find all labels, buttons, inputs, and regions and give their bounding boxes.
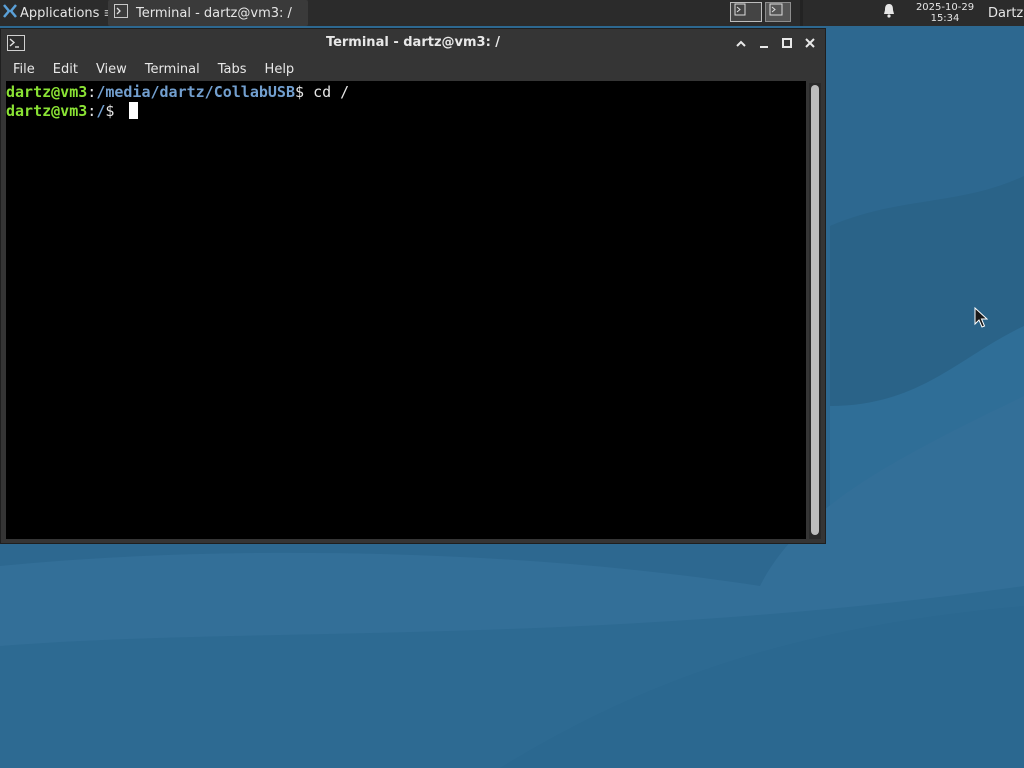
- maximize-icon: [781, 34, 793, 53]
- shade-icon: [735, 34, 747, 53]
- panel-separator: [800, 0, 803, 26]
- workspace-icon: [731, 1, 761, 23]
- applications-menu-label: Applications: [20, 5, 100, 21]
- shade-button[interactable]: [731, 33, 750, 53]
- menu-help[interactable]: Help: [259, 62, 301, 77]
- prompt-user: dartz@vm3: [6, 102, 88, 120]
- window-title: Terminal - dartz@vm3: /: [325, 35, 501, 50]
- menu-edit[interactable]: Edit: [47, 62, 84, 77]
- prompt-user: dartz@vm3: [6, 83, 88, 101]
- menu-terminal[interactable]: Terminal: [139, 62, 206, 77]
- terminal-window: Terminal - dartz@vm3: / File Edit View T…: [0, 28, 826, 544]
- minimize-icon: [758, 34, 770, 53]
- close-button[interactable]: [800, 33, 819, 53]
- user-menu[interactable]: Dartz: [988, 0, 1023, 26]
- prompt-separator: :: [87, 102, 97, 120]
- terminal-line: dartz@vm3:/$: [6, 102, 806, 121]
- prompt-symbol: $: [295, 83, 314, 101]
- maximize-button[interactable]: [777, 33, 796, 53]
- minimize-button[interactable]: [754, 33, 773, 53]
- text-cursor: [129, 102, 139, 119]
- terminal-scrollbar[interactable]: [809, 83, 821, 539]
- notification-bell-icon: [882, 3, 896, 23]
- terminal-task-icon: [114, 4, 128, 22]
- mouse-pointer-icon: [974, 306, 989, 333]
- notification-button[interactable]: [882, 0, 896, 26]
- terminal-line: dartz@vm3:/media/dartz/CollabUSB$ cd /: [6, 83, 806, 102]
- clock-date: 2025-10-29: [915, 2, 975, 13]
- clock[interactable]: 2025-10-29 15:34: [912, 0, 978, 26]
- terminal-output[interactable]: dartz@vm3:/media/dartz/CollabUSB$ cd / d…: [6, 81, 806, 539]
- prompt-path: /: [96, 102, 106, 120]
- top-panel: Applications ≡ Terminal - dartz@vm3: / 2…: [0, 0, 1024, 26]
- taskbar-terminal-label: Terminal - dartz@vm3: /: [136, 5, 292, 21]
- workspace-2-button[interactable]: [765, 2, 791, 22]
- menu-file[interactable]: File: [7, 62, 41, 77]
- applications-menu-button[interactable]: Applications ≡: [2, 0, 114, 26]
- prompt-separator: :: [87, 83, 97, 101]
- user-label: Dartz: [988, 5, 1024, 21]
- menu-bar: File Edit View Terminal Tabs Help: [1, 57, 825, 81]
- scrollbar-thumb[interactable]: [811, 85, 819, 535]
- menu-tabs[interactable]: Tabs: [212, 62, 253, 77]
- applications-menu-icon: [2, 3, 18, 23]
- prompt-symbol: $: [105, 102, 124, 120]
- close-icon: [804, 34, 816, 53]
- prompt-path: /media/dartz/CollabUSB: [96, 83, 295, 101]
- command-text: cd /: [313, 83, 350, 101]
- workspace-icon: [766, 1, 790, 23]
- menu-view[interactable]: View: [90, 62, 133, 77]
- taskbar-terminal-button[interactable]: Terminal - dartz@vm3: /: [108, 0, 308, 26]
- workspace-1-button[interactable]: [730, 2, 762, 22]
- window-titlebar[interactable]: Terminal - dartz@vm3: /: [1, 29, 825, 57]
- clock-time: 15:34: [930, 13, 960, 24]
